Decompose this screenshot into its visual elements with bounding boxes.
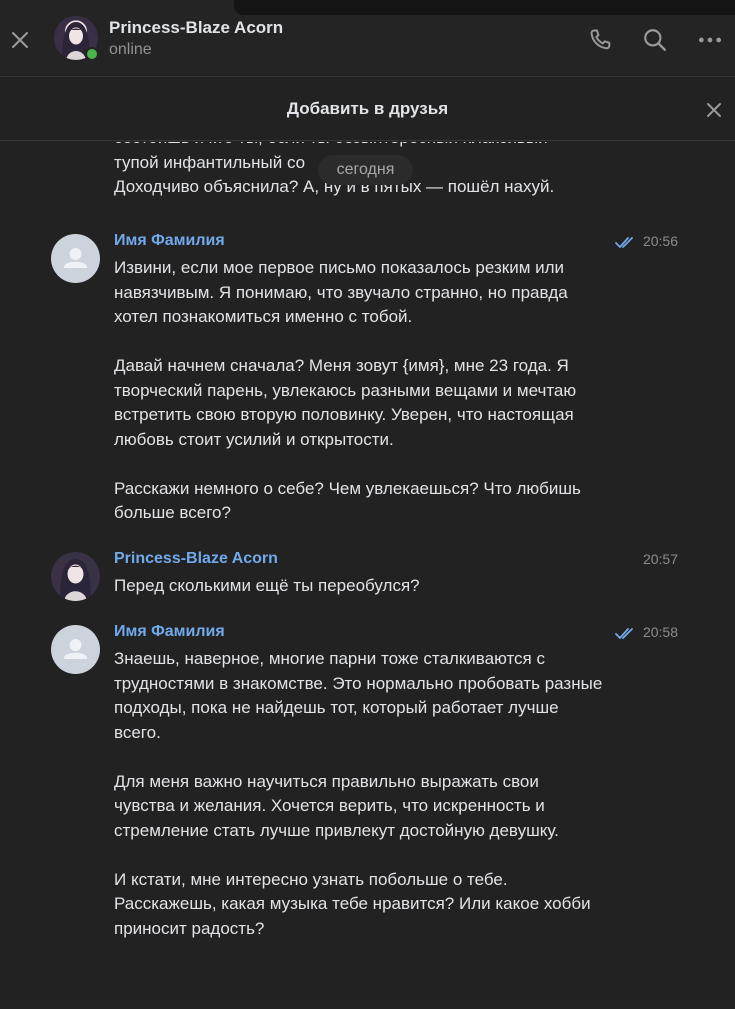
message-text: Извини, если мое первое письмо показалос… xyxy=(114,256,604,526)
double-check-icon xyxy=(615,628,633,639)
message-paragraph: Расскажи немного о себе? Чем увлекаешься… xyxy=(114,478,581,523)
peer-name[interactable]: Princess-Blaze Acorn xyxy=(109,18,283,38)
close-icon xyxy=(12,32,28,48)
dismiss-add-friend-button[interactable] xyxy=(703,99,725,121)
more-icon xyxy=(698,37,722,43)
tooltip-sliver xyxy=(234,0,735,15)
chat-window: Princess-Blaze Acorn online Добавить в д… xyxy=(0,0,735,1009)
search-button[interactable] xyxy=(641,26,669,54)
peer-avatar[interactable] xyxy=(54,16,99,61)
message-list[interactable]: состоишь и кто ты, если ты безынтересный… xyxy=(0,142,735,1009)
more-button[interactable] xyxy=(696,26,724,54)
message-text: Знаешь, наверное, многие парни тоже стал… xyxy=(114,647,604,941)
message-author[interactable]: Имя Фамилия xyxy=(114,232,225,250)
message-author[interactable]: Имя Фамилия xyxy=(114,623,225,641)
message-text: Перед сколькими ещё ты переобулся? xyxy=(114,574,604,599)
message-time: 20:57 xyxy=(642,551,678,567)
double-check-icon xyxy=(615,237,633,248)
message-line: состоишь и кто ты, если ты безынтересный… xyxy=(114,142,594,151)
message-paragraph: Давай начнем сначала? Меня зовут {имя}, … xyxy=(114,356,577,449)
message-paragraph: Перед сколькими ещё ты переобулся? xyxy=(114,576,420,595)
message-paragraph: Знаешь, наверное, многие парни тоже стал… xyxy=(114,649,603,742)
message-time: 20:56 xyxy=(642,233,678,249)
call-button[interactable] xyxy=(586,26,614,54)
close-icon xyxy=(707,103,721,117)
message-time: 20:58 xyxy=(642,624,678,640)
message-paragraph: Извини, если мое первое письмо показалос… xyxy=(114,258,568,326)
add-friend-button[interactable]: Добавить в друзья xyxy=(0,99,735,119)
message-paragraph: И кстати, мне интересно узнать побольше … xyxy=(114,869,591,938)
close-chat-button[interactable] xyxy=(6,26,34,54)
default-avatar[interactable] xyxy=(51,234,100,283)
phone-icon xyxy=(590,29,611,50)
default-avatar[interactable] xyxy=(51,625,100,674)
search-icon xyxy=(644,29,666,51)
online-indicator xyxy=(85,47,99,61)
peer-status: online xyxy=(109,41,152,58)
anime-girl-avatar[interactable] xyxy=(51,552,100,601)
message-author[interactable]: Princess-Blaze Acorn xyxy=(114,550,278,568)
message-paragraph: Для меня важно научиться правильно выраж… xyxy=(114,771,559,840)
add-friend-bar: Добавить в друзья xyxy=(0,78,735,141)
date-divider: сегодня xyxy=(318,155,413,185)
